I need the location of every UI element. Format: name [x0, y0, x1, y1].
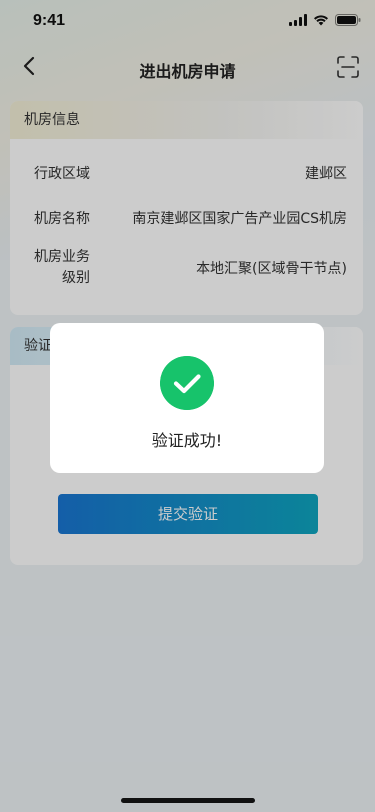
success-dialog: 验证成功!: [50, 323, 324, 473]
home-indicator[interactable]: [121, 798, 255, 803]
success-message: 验证成功!: [151, 431, 223, 450]
check-circle-icon: [160, 356, 214, 410]
